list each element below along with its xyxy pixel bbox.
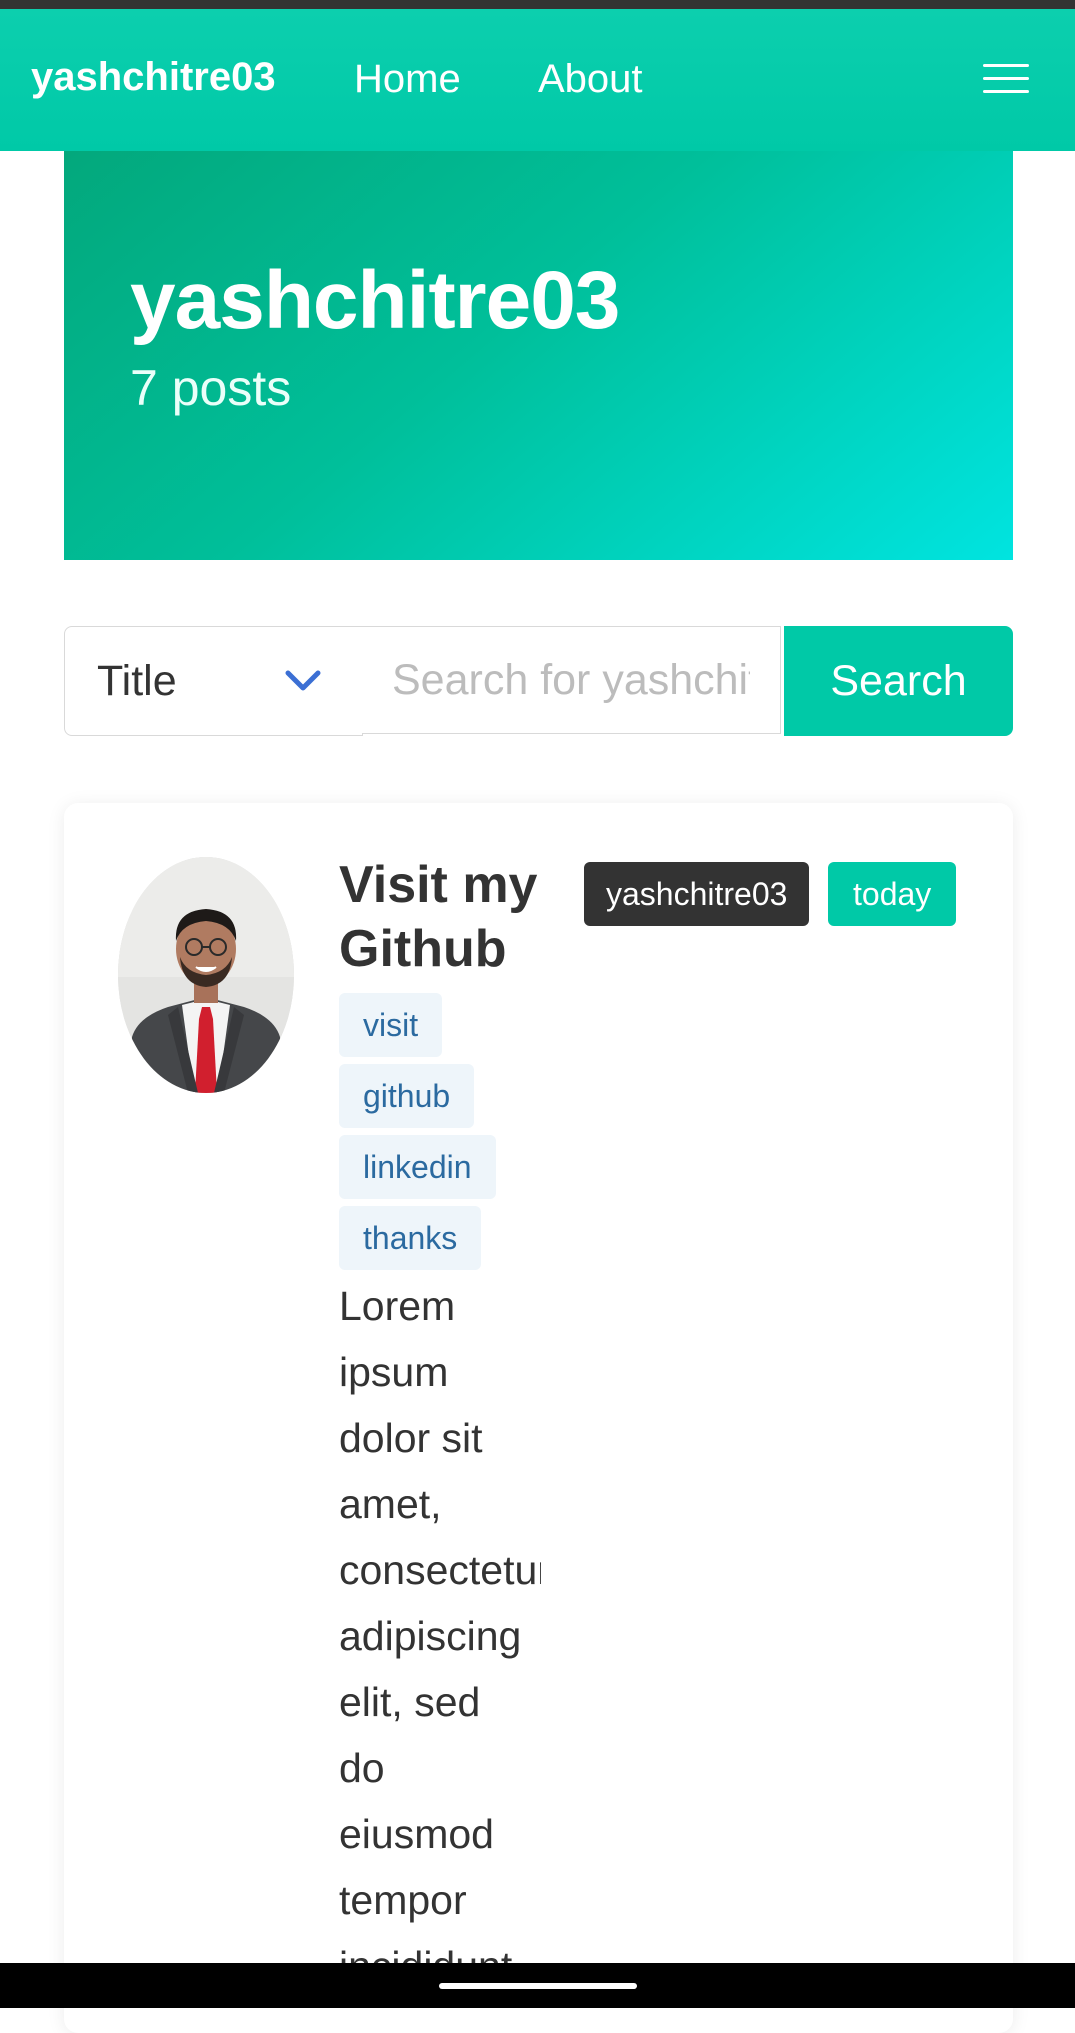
status-bar — [0, 0, 1075, 9]
author-badge[interactable]: yashchitre03 — [584, 862, 810, 926]
post-excerpt: Lorem ipsum dolor sit amet, consectetur … — [339, 1283, 541, 1989]
system-navigation-bar — [0, 1963, 1075, 2008]
home-indicator[interactable] — [439, 1983, 637, 1989]
search-filter-value: Title — [97, 657, 177, 705]
date-badge: today — [828, 862, 957, 926]
search-button[interactable]: Search — [784, 626, 1013, 736]
search-bar: Title Search — [64, 626, 1013, 736]
tag-linkedin[interactable]: linkedin — [339, 1135, 496, 1199]
post-card[interactable]: Visit my Github yashchitre03 today visit… — [64, 803, 1013, 2033]
tag-github[interactable]: github — [339, 1064, 475, 1128]
search-input[interactable] — [362, 626, 781, 734]
tag-thanks[interactable]: thanks — [339, 1206, 482, 1270]
brand-link[interactable]: yashchitre03 — [31, 55, 276, 100]
profile-photo — [118, 857, 294, 1093]
top-navbar: yashchitre03 Home About — [0, 9, 1075, 151]
hamburger-menu-icon[interactable] — [983, 62, 1029, 96]
hero-banner: yashchitre03 7 posts — [64, 151, 1013, 560]
nav-about-link[interactable]: About — [538, 57, 643, 102]
search-filter-select[interactable]: Title — [64, 626, 363, 736]
tag-visit[interactable]: visit — [339, 993, 443, 1057]
author-avatar[interactable] — [118, 857, 294, 1093]
chevron-down-icon — [285, 670, 321, 691]
post-tags: visit github linkedin thanks — [339, 993, 539, 1277]
nav-home-link[interactable]: Home — [354, 57, 461, 102]
post-title[interactable]: Visit my Github — [339, 853, 549, 981]
hero-title: yashchitre03 — [130, 255, 620, 346]
post-count: 7 posts — [130, 360, 292, 416]
